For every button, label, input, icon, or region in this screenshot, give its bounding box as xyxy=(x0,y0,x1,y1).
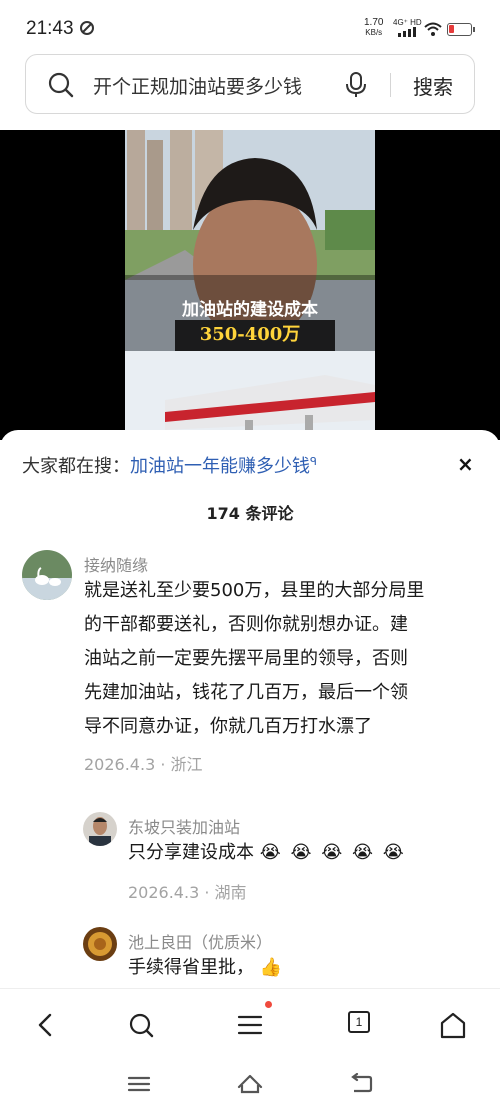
video-frame[interactable]: 加油站的建设成本 350-400万 xyxy=(125,130,375,440)
network-speed-value: 1.70 xyxy=(364,17,384,28)
comment-count: 174 条评论 xyxy=(206,504,294,523)
comment-text-line: 就是送礼至少要500万，县里的大部分局里 xyxy=(84,580,425,601)
comment-text-content: 手续得省里批， xyxy=(128,957,254,978)
comments-panel: 大家都在搜：加油站一年能赚多少钱ᑫ × 174 条评论 接纳随缘 就是送礼至少要… xyxy=(0,430,500,990)
search-button[interactable]: 搜索 xyxy=(413,71,453,100)
search-divider xyxy=(390,73,391,97)
hot-search-link[interactable]: 加油站一年能赚多少钱 xyxy=(130,456,310,477)
system-nav-bar xyxy=(0,1060,500,1115)
notification-dot xyxy=(265,1001,272,1008)
comment-text-line: 的干部都要送礼，否则你就别想办证。建 xyxy=(84,614,408,635)
search-small-icon[interactable]: ᑫ xyxy=(310,455,317,468)
comment-text-content: 只分享建设成本 xyxy=(128,842,254,863)
status-time: 21:43 xyxy=(26,18,74,39)
search-input[interactable]: 开个正规加油站要多少钱 xyxy=(93,72,302,99)
avatar[interactable] xyxy=(83,927,117,961)
home-icon[interactable] xyxy=(236,1072,264,1094)
comment-text-line: 导不同意办证，你就几百万打水漂了 xyxy=(84,716,372,737)
comment-text-line: 油站之前一定要先摆平局里的领导，否则 xyxy=(84,648,408,669)
comment-text-line: 先建加油站，钱花了几百万，最后一个领 xyxy=(84,682,408,703)
search-icon xyxy=(48,72,74,98)
hot-search-prefix: 大家都在搜： xyxy=(22,456,130,477)
comment-author[interactable]: 池上良田（优质米） xyxy=(128,929,272,953)
video-caption-title: 加油站的建设成本 xyxy=(182,300,318,320)
comment-author[interactable]: 东坡只装加油站 xyxy=(128,814,240,838)
comment-meta: 2026.4.3 · 浙江 xyxy=(84,755,203,774)
comment-author[interactable]: 接纳随缘 xyxy=(84,552,148,576)
back-icon[interactable] xyxy=(28,1009,64,1041)
comment-text: 手续得省里批， 👍 xyxy=(128,951,282,985)
hot-search-row: 大家都在搜：加油站一年能赚多少钱ᑫ xyxy=(22,452,317,478)
bottom-nav xyxy=(0,988,500,1060)
menu-icon[interactable] xyxy=(232,1009,268,1041)
battery-icon xyxy=(447,23,475,36)
status-bar: 21:43 1.70 KB/s 4G⁺ HD xyxy=(0,0,500,56)
emoji-cry-icon: 😭 😭 😭 😭 😭 xyxy=(259,842,406,863)
search-bar[interactable]: 开个正规加油站要多少钱 搜索 xyxy=(25,54,475,114)
network-type: 4G⁺ HD xyxy=(393,18,422,27)
comment-text: 就是送礼至少要500万，县里的大部分局里 的干部都要送礼，否则你就别想办证。建 … xyxy=(84,574,484,744)
home-icon[interactable] xyxy=(435,1009,471,1041)
comment-text: 只分享建设成本 😭 😭 😭 😭 😭 xyxy=(128,836,406,870)
signal-icon xyxy=(398,27,416,37)
network-speed: 1.70 KB/s xyxy=(364,18,383,38)
search-icon[interactable] xyxy=(123,1009,159,1041)
emoji-thumbs-up-icon: 👍 xyxy=(259,957,283,978)
close-button[interactable]: × xyxy=(457,454,474,474)
menu-icon[interactable] xyxy=(127,1074,151,1094)
tabs-icon[interactable]: 1 xyxy=(348,1011,370,1033)
comment-meta: 2026.4.3 · 湖南 xyxy=(128,883,247,902)
avatar[interactable] xyxy=(22,550,72,600)
microphone-icon[interactable] xyxy=(344,71,368,99)
back-icon[interactable] xyxy=(349,1073,373,1093)
video-caption-price: 350-400万 xyxy=(199,324,301,345)
avatar[interactable] xyxy=(83,812,117,846)
wifi-icon xyxy=(424,22,442,36)
sync-icon xyxy=(80,21,94,35)
network-speed-unit: KB/s xyxy=(365,28,383,37)
video-player[interactable]: 加油站的建设成本 350-400万 xyxy=(0,130,500,440)
